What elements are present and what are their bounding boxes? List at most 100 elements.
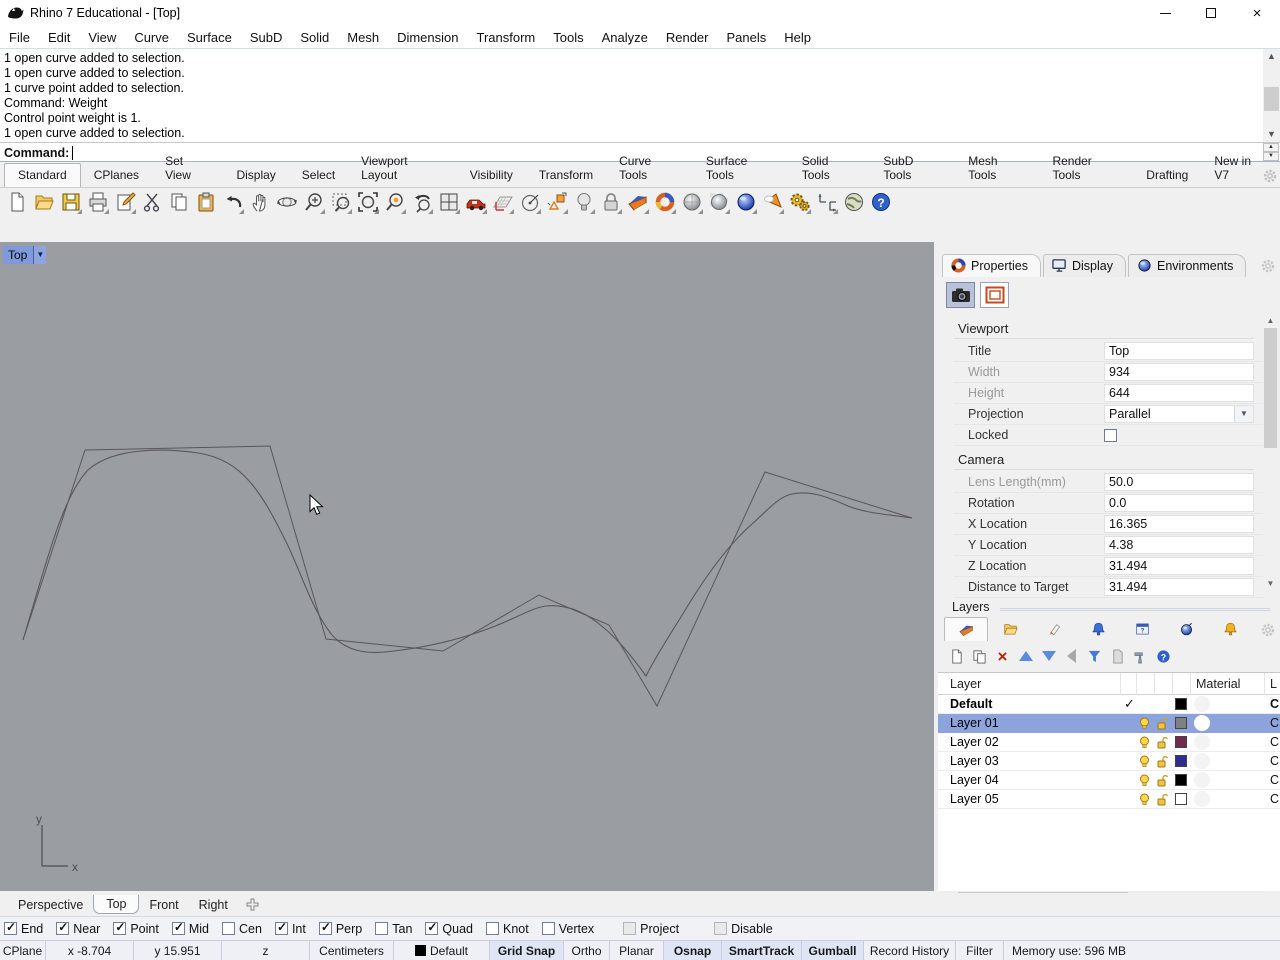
menu-surface[interactable]: Surface [178, 28, 241, 47]
layer-visible-bulb-icon[interactable] [1138, 793, 1151, 806]
x-location-field[interactable]: 16.365 [1104, 515, 1254, 533]
layers-tab[interactable] [944, 617, 988, 641]
zoom-window-icon[interactable] [327, 188, 354, 216]
column-material[interactable]: Material [1196, 677, 1240, 691]
osnap-vertex[interactable]: Vertex [542, 922, 594, 936]
layer-color-swatch[interactable] [1175, 755, 1187, 767]
status-planar-toggle[interactable]: Planar [610, 941, 664, 960]
tab-display[interactable]: Display [1043, 254, 1126, 277]
layer-wedge-icon[interactable] [624, 188, 651, 216]
status-units[interactable]: Centimeters [310, 941, 394, 960]
height-field[interactable]: 644 [1104, 384, 1254, 402]
menu-dimension[interactable]: Dimension [388, 28, 467, 47]
display-modes-tab[interactable] [1032, 617, 1076, 641]
object-snap-icon[interactable] [543, 188, 570, 216]
toolbar-tab-render-tools[interactable]: Render Tools [1039, 150, 1133, 187]
web-browser-tab[interactable] [1164, 617, 1208, 641]
layer-visible-bulb-icon[interactable] [1138, 717, 1151, 730]
tools-hammer-icon[interactable] [1132, 648, 1149, 665]
osnap-int[interactable]: ✓Int [275, 922, 306, 936]
render-sphere-icon[interactable] [678, 188, 705, 216]
options-gears-icon[interactable] [786, 188, 813, 216]
new-layer-icon[interactable] [948, 648, 965, 665]
menu-curve[interactable]: Curve [125, 28, 178, 47]
cut-icon[interactable] [138, 188, 165, 216]
osnap-near[interactable]: ✓Near [56, 922, 100, 936]
layer-color-swatch[interactable] [1175, 698, 1187, 710]
layer-unlocked-icon[interactable] [1156, 736, 1169, 749]
undo-view-icon[interactable] [408, 188, 435, 216]
layer-color-swatch[interactable] [1175, 736, 1187, 748]
viewport-layout-icon[interactable] [435, 188, 462, 216]
zoom-dynamic-icon[interactable] [300, 188, 327, 216]
layer-row-layer-04[interactable]: Layer 04 C [938, 771, 1280, 790]
close-button[interactable]: × [1234, 0, 1280, 26]
layer-unlocked-icon[interactable] [1156, 793, 1169, 806]
layer-linetype[interactable]: C [1270, 735, 1280, 749]
paste-icon[interactable] [192, 188, 219, 216]
layers-help-icon[interactable]: ? [1155, 648, 1172, 665]
osnap-tan[interactable]: Tan [375, 922, 412, 936]
rotation-field[interactable]: 0.0 [1104, 494, 1254, 512]
z-location-field[interactable]: 31.494 [1104, 557, 1254, 575]
toolbar-tab-viewport-layout[interactable]: Viewport Layout [348, 150, 457, 187]
menu-panels[interactable]: Panels [717, 28, 775, 47]
notifications-yellow-tab[interactable] [1208, 617, 1252, 641]
tab-properties[interactable]: Properties [942, 254, 1041, 277]
viewport-title-chip[interactable]: Top ▼ [3, 246, 46, 264]
status-smarttrack-toggle[interactable]: SmartTrack [722, 941, 802, 960]
y-location-field[interactable]: 4.38 [1104, 536, 1254, 554]
help-icon[interactable]: ? [867, 188, 894, 216]
menu-transform[interactable]: Transform [467, 28, 544, 47]
layer-material-thumb[interactable] [1194, 715, 1210, 731]
tab-environments[interactable]: Environments [1128, 254, 1246, 277]
notifications-blue-tab[interactable] [1076, 617, 1120, 641]
undo-icon[interactable] [219, 188, 246, 216]
status-current-layer[interactable]: Default [394, 941, 490, 960]
pan-hand-icon[interactable] [246, 188, 273, 216]
duplicate-layer-icon[interactable] [971, 648, 988, 665]
toolbar-tab-surface-tools[interactable]: Surface Tools [693, 150, 789, 187]
menu-subd[interactable]: SubD [241, 28, 292, 47]
layer-row-layer-03[interactable]: Layer 03 C [938, 752, 1280, 771]
minimize-button[interactable] [1142, 0, 1188, 26]
viewport-canvas[interactable]: y x Top ▼ [0, 242, 934, 891]
osnap-quad[interactable]: ✓Quad [425, 922, 473, 936]
layer-visible-bulb-icon[interactable] [1138, 774, 1151, 787]
viewport-menu-chevron-icon[interactable]: ▼ [33, 246, 46, 264]
menu-tools[interactable]: Tools [544, 28, 592, 47]
layer-row-layer-05[interactable]: Layer 05 C [938, 790, 1280, 809]
circle-center-icon[interactable] [516, 188, 543, 216]
shaded-sphere-icon[interactable] [732, 188, 759, 216]
layer-material-thumb[interactable] [1194, 734, 1210, 750]
zoom-selected-icon[interactable] [381, 188, 408, 216]
layer-material-thumb[interactable] [1194, 696, 1210, 712]
dimension-icon[interactable] [813, 188, 840, 216]
chevron-down-icon[interactable]: ▼ [1234, 406, 1253, 422]
viewport-tab-perspective[interactable]: Perspective [8, 896, 93, 914]
layer-name[interactable]: Layer 05 [950, 792, 999, 806]
layer-row-default[interactable]: Default ✓ C [938, 695, 1280, 714]
scrollbar-thumb[interactable] [1264, 328, 1277, 448]
scroll-down-icon[interactable]: ▼ [1263, 577, 1278, 590]
layer-linetype[interactable]: C [1270, 697, 1280, 711]
projection-dropdown[interactable]: Parallel ▼ [1104, 405, 1254, 423]
nurbs-curve[interactable] [23, 450, 912, 676]
width-field[interactable]: 934 [1104, 363, 1254, 381]
toolbar-tab-select[interactable]: Select [289, 164, 348, 187]
osnap-cen[interactable]: Cen [222, 922, 262, 936]
osnap-perp[interactable]: ✓Perp [319, 922, 362, 936]
layer-linetype[interactable]: C [1270, 792, 1280, 806]
menu-file[interactable]: File [0, 28, 39, 47]
layer-unlocked-icon[interactable] [1156, 774, 1169, 787]
osnap-mid[interactable]: ✓Mid [172, 922, 209, 936]
help-window-tab[interactable]: ? [1120, 617, 1164, 641]
viewport-title-label[interactable]: Top [3, 246, 33, 264]
layer-color-swatch[interactable] [1175, 793, 1187, 805]
layer-row-layer-01[interactable]: Layer 01 C [938, 714, 1280, 733]
cplane-grid-icon[interactable] [489, 188, 516, 216]
color-wheel-icon[interactable] [651, 188, 678, 216]
open-file-icon[interactable] [30, 188, 57, 216]
layer-name[interactable]: Layer 03 [950, 754, 999, 768]
osnap-end[interactable]: ✓End [4, 922, 43, 936]
